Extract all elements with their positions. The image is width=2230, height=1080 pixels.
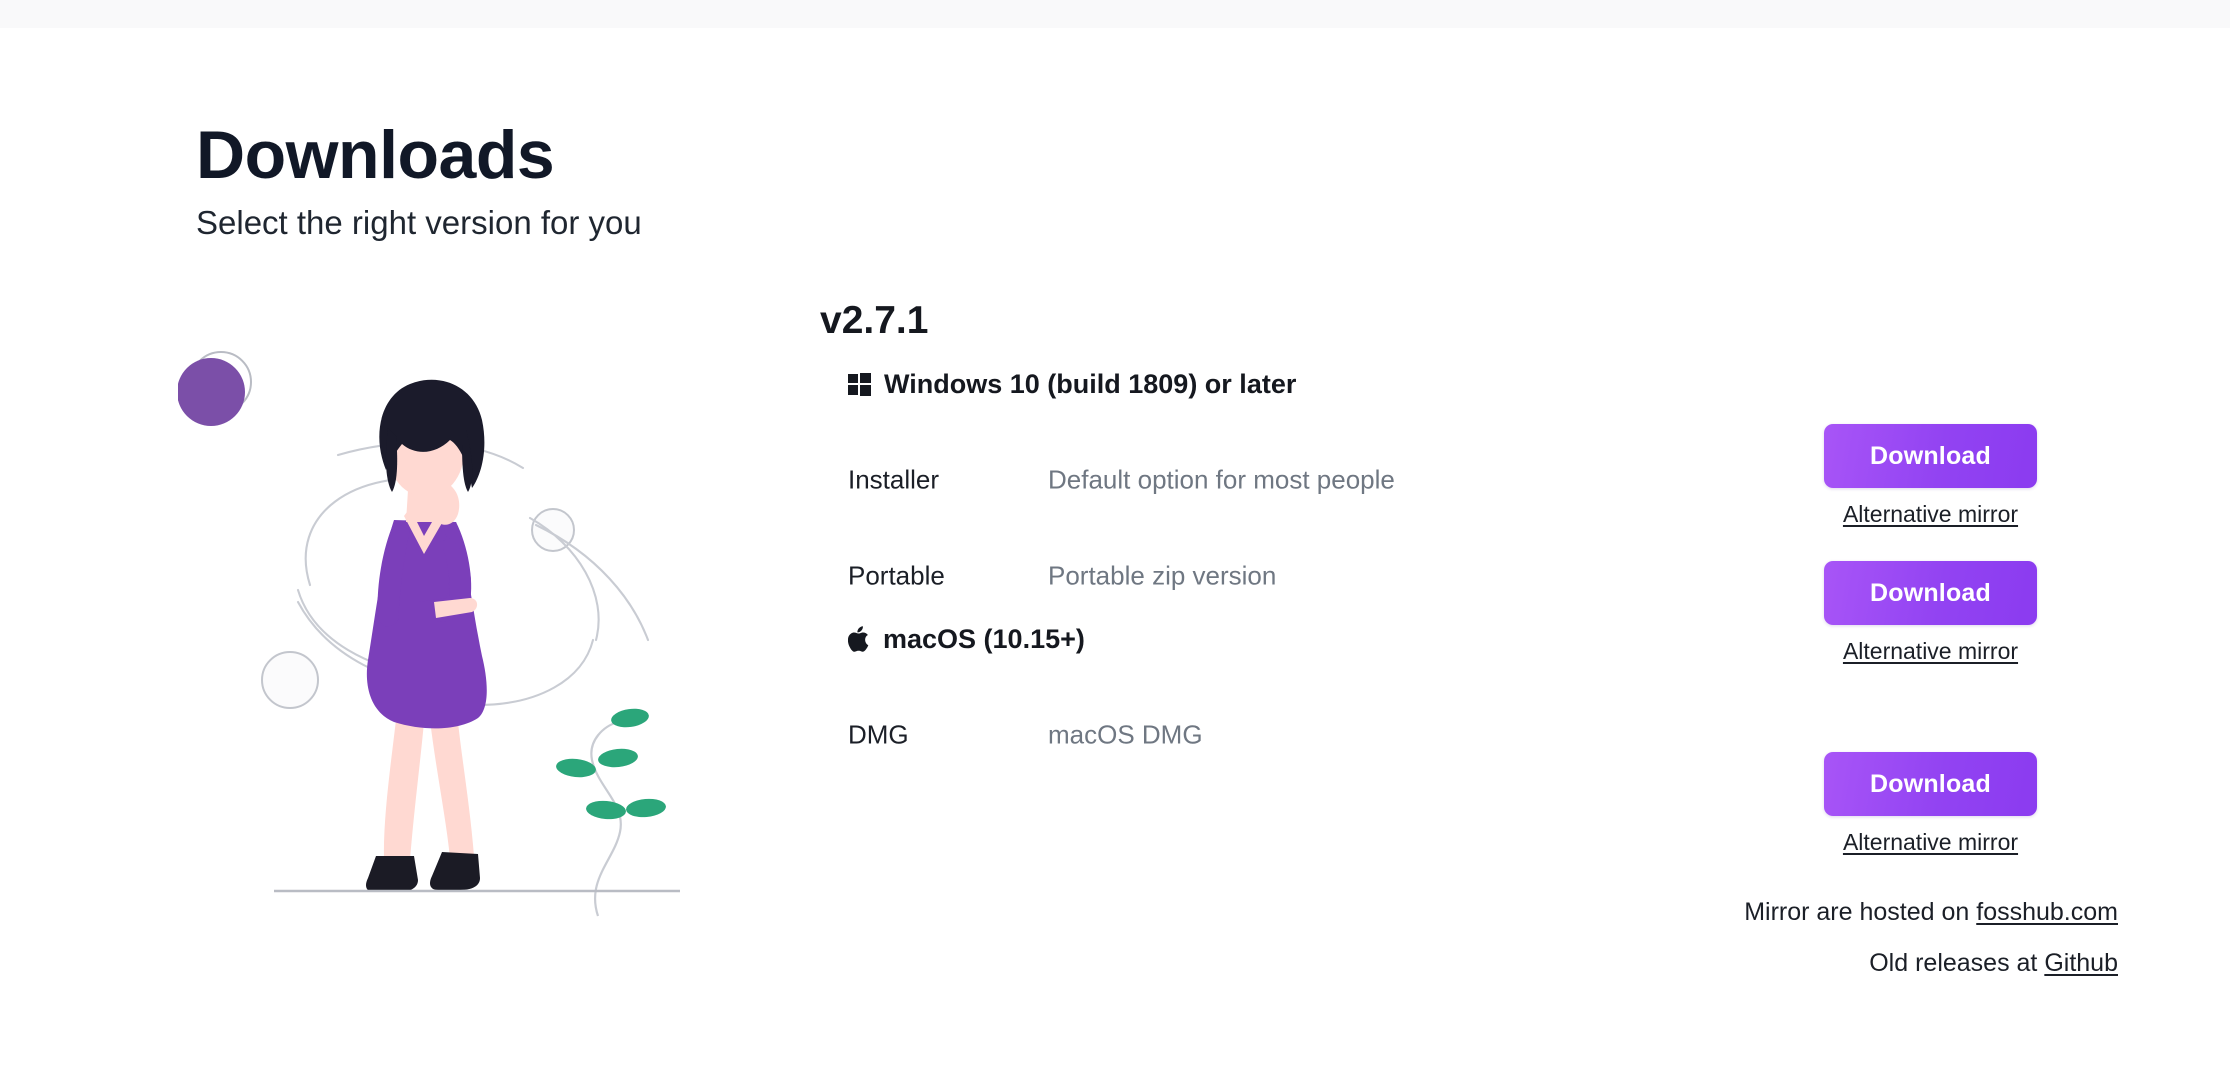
mirror-host-note-text: Mirror are hosted on	[1744, 898, 1977, 926]
download-action-portable: Download Alternative mirror	[1824, 561, 2037, 665]
old-releases-note-text: Old releases at	[1869, 949, 2045, 977]
woman-standing-illustration	[178, 340, 778, 940]
download-action-installer: Download Alternative mirror	[1824, 424, 2037, 528]
outlined-circle-right	[531, 508, 575, 552]
apple-logo-icon	[848, 626, 869, 653]
download-button-portable[interactable]: Download	[1824, 561, 2037, 625]
download-action-dmg: Download Alternative mirror	[1824, 752, 2037, 856]
old-releases-note: Old releases at Github	[1744, 951, 2118, 976]
page-subtitle: Select the right version for you	[196, 204, 642, 242]
os-heading-windows-label: Windows 10 (build 1809) or later	[884, 368, 1297, 399]
download-button-installer[interactable]: Download	[1824, 424, 2037, 488]
downloads-page: Downloads Select the right version for y…	[0, 0, 2230, 1080]
mirror-host-note: Mirror are hosted on fosshub.com	[1744, 900, 2118, 925]
download-button-dmg[interactable]: Download	[1824, 752, 2037, 816]
download-row-name: DMG	[848, 719, 909, 750]
woman-figure	[366, 379, 487, 892]
footer-notes: Mirror are hosted on fosshub.com Old rel…	[1744, 900, 2118, 976]
github-link[interactable]: Github	[2044, 949, 2118, 977]
top-chrome-strip	[0, 0, 2230, 28]
download-row-description: macOS DMG	[1048, 719, 1203, 750]
download-row-name: Portable	[848, 560, 945, 591]
page-title: Downloads	[196, 117, 555, 193]
download-row-description: Default option for most people	[1048, 464, 1395, 495]
download-row-name: Installer	[848, 464, 940, 495]
download-panel: v2.7.1 Windows 10 (build 1809) or later …	[820, 299, 2070, 783]
windows-logo-icon	[848, 372, 871, 396]
purple-filled-circle	[178, 358, 245, 426]
plant-sprig	[556, 708, 666, 917]
download-row-description: Portable zip version	[1048, 560, 1277, 591]
page-heading-block: Downloads Select the right version for y…	[196, 117, 642, 243]
release-version: v2.7.1	[820, 299, 929, 342]
os-heading-windows: Windows 10 (build 1809) or later	[848, 369, 2070, 400]
fosshub-link[interactable]: fosshub.com	[1976, 898, 2118, 926]
alternative-mirror-link-installer[interactable]: Alternative mirror	[1843, 501, 2018, 528]
os-heading-macos-label: macOS (10.15+)	[883, 623, 1085, 654]
alternative-mirror-link-dmg[interactable]: Alternative mirror	[1843, 829, 2018, 856]
outlined-circle-left	[261, 651, 319, 709]
alternative-mirror-link-portable[interactable]: Alternative mirror	[1843, 638, 2018, 665]
